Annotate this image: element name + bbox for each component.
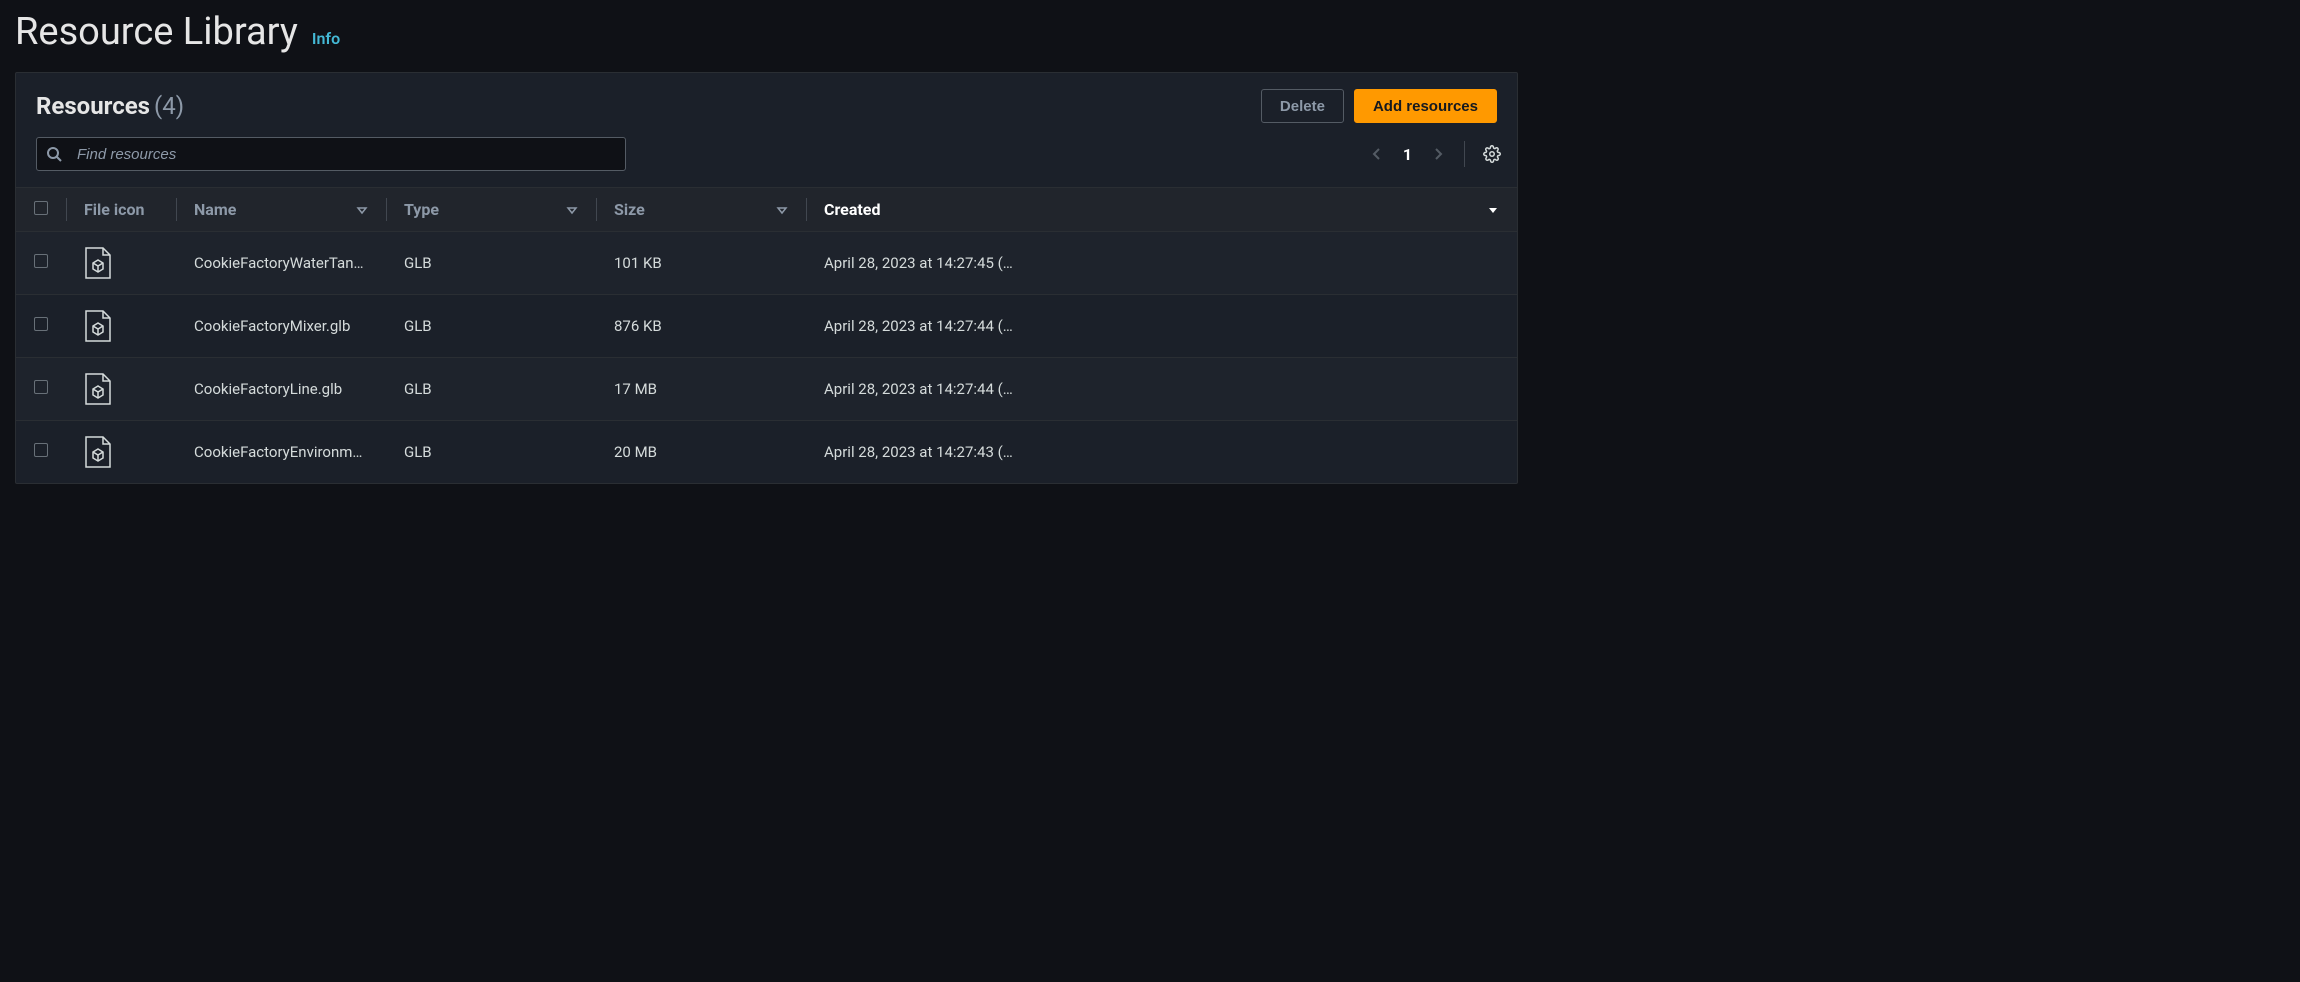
cell-name: CookieFactoryEnvironment.…	[176, 421, 386, 484]
col-file-icon-label: File icon	[84, 200, 144, 219]
row-checkbox[interactable]	[34, 443, 48, 457]
select-all-checkbox[interactable]	[34, 201, 48, 215]
cell-name: CookieFactoryLine.glb	[176, 358, 386, 421]
page-number: 1	[1397, 145, 1418, 164]
file-icon	[84, 435, 158, 469]
cell-created: April 28, 2023 at 14:27:44 (…	[806, 295, 1517, 358]
cell-type: GLB	[386, 295, 596, 358]
cell-size: 876 KB	[596, 295, 806, 358]
cell-size: 17 MB	[596, 358, 806, 421]
col-size-label: Size	[614, 200, 645, 219]
info-link[interactable]: Info	[312, 29, 340, 48]
file-icon	[84, 246, 158, 280]
file-icon	[84, 309, 158, 343]
settings-button[interactable]	[1479, 141, 1505, 167]
sort-caret-down-icon	[1487, 204, 1499, 216]
cell-created: April 28, 2023 at 14:27:44 (…	[806, 358, 1517, 421]
col-select-all	[16, 188, 66, 232]
sort-caret-icon	[566, 204, 578, 216]
cell-type: GLB	[386, 421, 596, 484]
col-name[interactable]: Name	[176, 188, 386, 232]
delete-button[interactable]: Delete	[1261, 89, 1344, 123]
table-row[interactable]: CookieFactoryEnvironment.… GLB 20 MB Apr…	[16, 421, 1517, 484]
sort-caret-icon	[776, 204, 788, 216]
col-type[interactable]: Type	[386, 188, 596, 232]
panel-count: (4)	[154, 92, 184, 120]
cell-size: 101 KB	[596, 232, 806, 295]
sort-caret-icon	[356, 204, 368, 216]
resources-table: File icon Name Type	[16, 187, 1517, 483]
panel-title-wrap: Resources (4)	[36, 92, 184, 120]
table-row[interactable]: CookieFactoryLine.glb GLB 17 MB April 28…	[16, 358, 1517, 421]
col-name-label: Name	[194, 200, 236, 219]
search-input[interactable]	[36, 137, 626, 171]
row-checkbox[interactable]	[34, 254, 48, 268]
col-type-label: Type	[404, 200, 439, 219]
panel-title: Resources	[36, 92, 150, 120]
row-checkbox[interactable]	[34, 317, 48, 331]
resources-panel: Resources (4) Delete Add resources	[15, 72, 1518, 484]
cell-name: CookieFactoryWaterTank.glb	[176, 232, 386, 295]
prev-page-button[interactable]	[1365, 142, 1389, 166]
page-header: Resource Library Info	[15, 10, 1518, 54]
cell-name: CookieFactoryMixer.glb	[176, 295, 386, 358]
cell-type: GLB	[386, 232, 596, 295]
search-icon	[46, 146, 62, 162]
search-wrap	[36, 137, 626, 171]
table-row[interactable]: CookieFactoryMixer.glb GLB 876 KB April …	[16, 295, 1517, 358]
col-created[interactable]: Created	[806, 188, 1517, 232]
table-row[interactable]: CookieFactoryWaterTank.glb GLB 101 KB Ap…	[16, 232, 1517, 295]
separator	[1464, 141, 1465, 167]
page-title: Resource Library	[15, 10, 298, 54]
cell-created: April 28, 2023 at 14:27:43 (…	[806, 421, 1517, 484]
col-file-icon: File icon	[66, 188, 176, 232]
gear-icon	[1483, 145, 1501, 163]
cell-type: GLB	[386, 358, 596, 421]
file-icon	[84, 372, 158, 406]
cell-size: 20 MB	[596, 421, 806, 484]
cell-created: April 28, 2023 at 14:27:45 (…	[806, 232, 1517, 295]
col-created-label: Created	[824, 200, 880, 219]
row-checkbox[interactable]	[34, 380, 48, 394]
next-page-button[interactable]	[1426, 142, 1450, 166]
col-size[interactable]: Size	[596, 188, 806, 232]
add-resources-button[interactable]: Add resources	[1354, 89, 1497, 123]
